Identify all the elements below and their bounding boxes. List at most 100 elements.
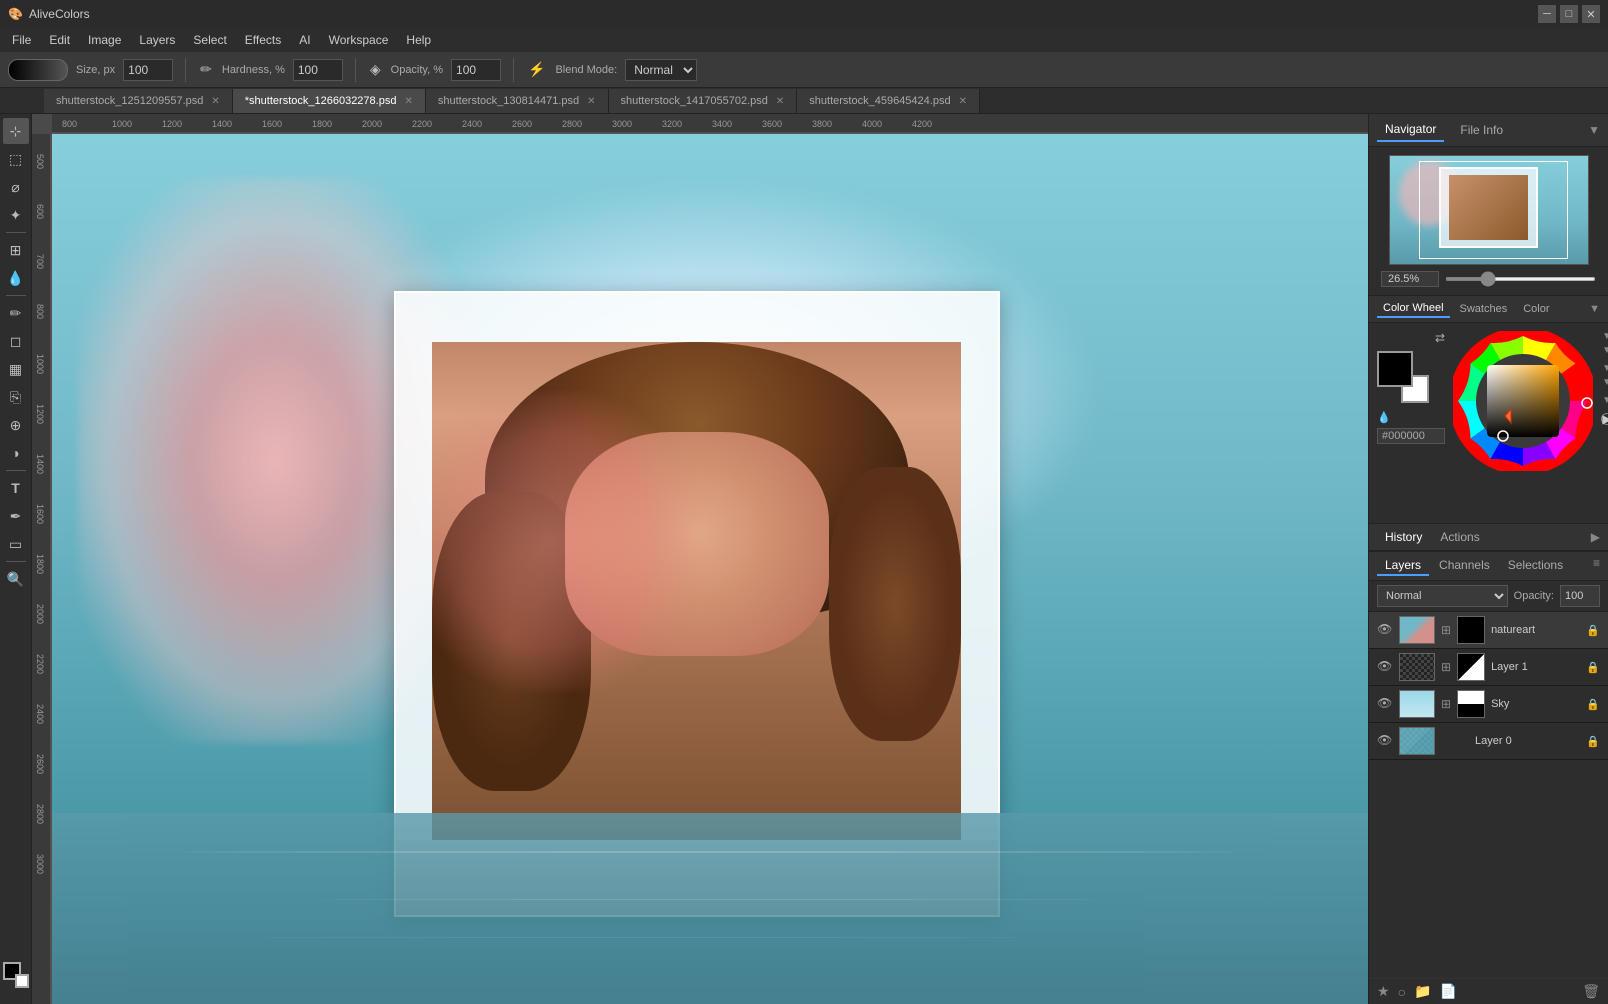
tab-color[interactable]: Color [1517,301,1555,317]
tool-zoom[interactable]: 🔍 [3,566,29,592]
menu-layers[interactable]: Layers [131,31,183,49]
layer-name-natureart: natureart [1491,624,1580,636]
layer-vis-layer1[interactable]: 👁 [1377,659,1393,675]
add-layer-btn[interactable]: 📄 [1439,983,1456,1000]
add-mask-btn[interactable]: ○ [1398,984,1406,1000]
tool-pen[interactable]: ✒ [3,503,29,529]
hardness-input[interactable] [293,59,343,81]
color-down-2[interactable]: ▼ [1602,363,1608,374]
menu-effects[interactable]: Effects [237,31,289,49]
background-color-swatch[interactable] [15,974,29,988]
hex-display[interactable]: #000000 [1377,428,1445,444]
tool-crop[interactable]: ⊞ [3,237,29,263]
tab-navigator[interactable]: Navigator [1377,118,1444,142]
tab-channels[interactable]: Channels [1431,556,1498,576]
menu-file[interactable]: File [4,31,39,49]
tab-2-close[interactable]: ✕ [404,96,412,107]
foreground-swatch[interactable] [1377,351,1413,387]
tab-file-info[interactable]: File Info [1452,119,1511,141]
brush-icon[interactable]: ✏ [198,59,214,80]
layer-opacity-input[interactable] [1560,585,1600,607]
layer-adj-layer1[interactable]: ⊞ [1441,660,1451,674]
tab-5[interactable]: shutterstock_459645424.psd ✕ [797,89,980,113]
tool-fill[interactable]: ▦ [3,356,29,382]
canvas-content[interactable] [52,134,1368,1004]
delete-layer-btn[interactable]: 🗑 [1582,983,1600,1000]
tool-clone[interactable]: ⎘ [3,384,29,410]
svg-text:1000: 1000 [35,354,45,374]
maximize-button[interactable]: □ [1560,5,1578,23]
size-input[interactable] [123,59,173,81]
tab-4-close[interactable]: ✕ [776,96,784,107]
layer-row-layer0[interactable]: 👁 Layer 0 🔒 [1369,723,1608,760]
color-down-3[interactable]: ▼ [1602,377,1608,388]
tab-1-close[interactable]: ✕ [211,96,219,107]
tab-3-close[interactable]: ✕ [587,96,595,107]
layer-row-layer1[interactable]: 👁 ⊞ Layer 1 🔒 [1369,649,1608,686]
color-wheel-row: ⇄ 💧 #000000 [1377,331,1600,471]
menu-image[interactable]: Image [80,31,129,49]
close-button[interactable]: ✕ [1582,5,1600,23]
opacity-icon[interactable]: ◈ [368,59,383,80]
add-style-btn[interactable]: ★ [1377,983,1390,1000]
layer-vis-layer0[interactable]: 👁 [1377,733,1393,749]
tab-5-close[interactable]: ✕ [959,96,967,107]
tool-text[interactable]: T [3,475,29,501]
panel-nav-expand[interactable]: ▼ [1588,123,1600,137]
tool-lasso[interactable]: ⌀ [3,174,29,200]
layer-adj-natureart[interactable]: ⊞ [1441,623,1451,637]
swap-colors-icon[interactable]: ⇄ [1435,331,1445,345]
color-up-arrow[interactable]: ▼ [1602,345,1608,356]
nav-zoom-display[interactable]: 26.5% [1381,271,1439,287]
tab-3[interactable]: shutterstock_130814471.psd ✕ [426,89,609,113]
tool-move[interactable]: ⊹ [3,118,29,144]
eyedrop-icon[interactable]: 💧 [1377,411,1391,424]
tab-selections[interactable]: Selections [1500,556,1571,576]
layer-blend-select[interactable]: Normal Multiply Screen [1377,585,1508,607]
tab-layers[interactable]: Layers [1377,556,1429,576]
tool-heal[interactable]: ⊕ [3,412,29,438]
tab-4[interactable]: shutterstock_1417055702.psd ✕ [609,89,798,113]
color-down-arrow[interactable]: ▼ [1602,331,1608,342]
layer-row-sky[interactable]: 👁 ⊞ Sky 🔒 [1369,686,1608,723]
layer-row-natureart[interactable]: 👁 ⊞ natureart 🔒 [1369,612,1608,649]
color-wheel-svg[interactable] [1453,331,1593,471]
navigator-preview[interactable] [1389,155,1589,265]
tab-2[interactable]: *shutterstock_1266032278.psd ✕ [233,89,426,113]
tool-eyedrop[interactable]: 💧 [3,265,29,291]
menu-ai[interactable]: AI [291,31,318,49]
color-play-btn[interactable]: ▶ [1601,413,1608,425]
opacity-input[interactable] [451,59,501,81]
toolbar-sep-3 [513,58,514,82]
image-canvas[interactable] [52,134,1368,1004]
menu-select[interactable]: Select [185,31,234,49]
tab-1[interactable]: shutterstock_1251209557.psd ✕ [44,89,233,113]
minimize-button[interactable]: ─ [1538,5,1556,23]
layer-thumb-layer0 [1399,727,1435,755]
tool-select-rect[interactable]: ⬚ [3,146,29,172]
tool-dodge[interactable]: ◑ [3,440,29,466]
tool-brush[interactable]: ✏ [3,300,29,326]
history-expand[interactable]: ▶ [1591,530,1600,544]
blend-mode-select[interactable]: Normal Multiply Screen Overlay [625,59,697,81]
layer-adj-sky[interactable]: ⊞ [1441,697,1451,711]
color-down-4[interactable]: ▼ [1602,395,1608,406]
tab-color-wheel[interactable]: Color Wheel [1377,300,1450,318]
tab-swatches[interactable]: Swatches [1454,301,1514,317]
menu-help[interactable]: Help [398,31,439,49]
zoom-slider[interactable] [1445,277,1596,281]
tool-shape[interactable]: ▭ [3,531,29,557]
tab-actions[interactable]: Actions [1432,528,1487,546]
add-group-btn[interactable]: 📁 [1414,983,1431,1000]
menu-workspace[interactable]: Workspace [321,31,397,49]
menu-edit[interactable]: Edit [41,31,78,49]
layer-vis-sky[interactable]: 👁 [1377,696,1393,712]
color-panel-expand[interactable]: ▼ [1589,303,1600,315]
tool-magic-wand[interactable]: ✦ [3,202,29,228]
toolbar: Size, px ✏ Hardness, % ◈ Opacity, % ⚡ Bl… [0,52,1608,88]
tool-eraser[interactable]: ◻ [3,328,29,354]
tab-history[interactable]: History [1377,528,1430,546]
layer-vis-natureart[interactable]: 👁 [1377,622,1393,638]
layers-menu-icon[interactable]: ≡ [1593,556,1600,576]
color-wheel-svg-container[interactable] [1453,331,1593,471]
